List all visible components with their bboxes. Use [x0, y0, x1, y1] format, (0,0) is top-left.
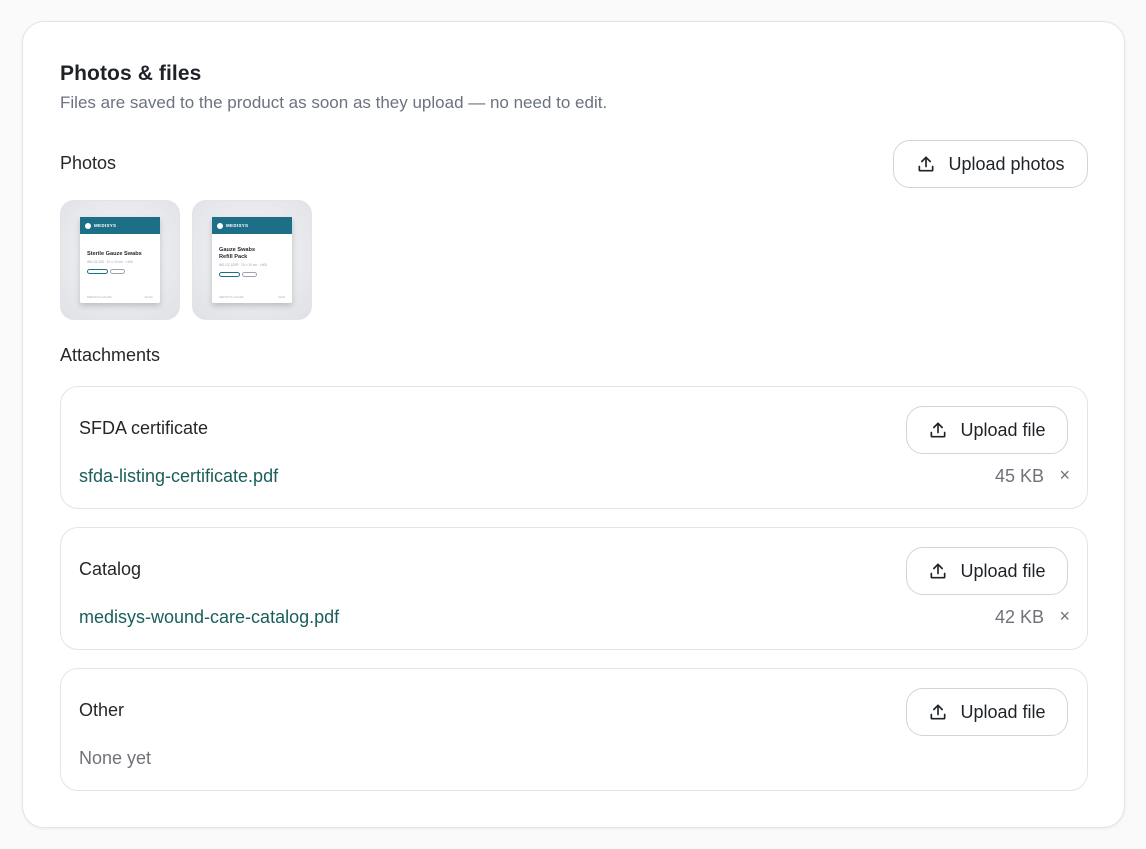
- card-subtitle: Files are saved to the product as soon a…: [60, 93, 608, 112]
- attachment-other: Other Upload file None yet: [60, 668, 1088, 791]
- attachment-file-size: 42 KB: [994, 607, 1044, 627]
- product-box-image: MEDISYS Gauze Swabs Refill Pack WS-GZ-10…: [212, 217, 292, 303]
- upload-photos-button[interactable]: Upload photos: [893, 140, 1088, 188]
- upload-file-button[interactable]: Upload file: [906, 688, 1068, 736]
- product-box-image: MEDISYS Sterile Gauze Swabs WS-GZ-100 · …: [80, 217, 160, 303]
- box-footer: MEDISYS GAUZE Sterile: [87, 295, 153, 299]
- upload-icon: [930, 704, 946, 720]
- box-header: MEDISYS: [80, 217, 160, 234]
- upload-file-label: Upload file: [960, 701, 1046, 722]
- box-footer-right: Refill: [278, 295, 285, 299]
- attachment-file-size: 45 KB: [994, 466, 1044, 486]
- box-brand: MEDISYS: [226, 223, 249, 228]
- box-tags: [87, 269, 125, 274]
- attachment-catalog: Catalog Upload file medisys-wound-care-c…: [60, 527, 1088, 650]
- box-product-spec: WS-GZ-100 · 10 × 10 cm · ×100: [87, 260, 133, 264]
- attachment-title: Catalog: [79, 559, 142, 579]
- box-footer-right: Sterile: [144, 295, 153, 299]
- brand-logo-icon: [85, 222, 91, 229]
- attachment-empty-text: None yet: [79, 748, 152, 768]
- photo-thumbnail[interactable]: MEDISYS Sterile Gauze Swabs WS-GZ-100 · …: [60, 200, 180, 320]
- upload-icon: [930, 563, 946, 579]
- box-header: MEDISYS: [212, 217, 292, 234]
- attachments-label: Attachments: [60, 345, 161, 365]
- box-tag: [219, 272, 240, 277]
- box-brand: MEDISYS: [94, 223, 117, 228]
- attachment-file-link[interactable]: sfda-listing-certificate.pdf: [79, 466, 278, 487]
- box-product-spec: WS-GZ-100R · 10 × 10 cm · ×400: [219, 263, 268, 267]
- upload-file-label: Upload file: [960, 419, 1046, 440]
- box-tag: [242, 272, 257, 277]
- photos-files-card: Photos & files Files are saved to the pr…: [22, 21, 1125, 828]
- box-footer-left: MEDISYS GAUZE: [219, 295, 244, 299]
- attachment-file-link[interactable]: medisys-wound-care-catalog.pdf: [79, 607, 339, 628]
- upload-photos-label: Upload photos: [948, 153, 1065, 174]
- card-title: Photos & files: [60, 62, 202, 85]
- box-tag: [87, 269, 108, 274]
- photo-thumbnails: MEDISYS Sterile Gauze Swabs WS-GZ-100 · …: [60, 200, 312, 320]
- box-product-name: Sterile Gauze Swabs: [87, 251, 142, 257]
- attachment-title: Other: [79, 700, 125, 720]
- remove-file-button[interactable]: ×: [1059, 606, 1070, 627]
- brand-logo-icon: [217, 222, 223, 229]
- upload-icon: [918, 156, 934, 172]
- upload-file-label: Upload file: [960, 560, 1046, 581]
- photo-thumbnail[interactable]: MEDISYS Gauze Swabs Refill Pack WS-GZ-10…: [192, 200, 312, 320]
- attachment-sfda-certificate: SFDA certificate Upload file sfda-listin…: [60, 386, 1088, 509]
- box-tag: [110, 269, 125, 274]
- box-tags: [219, 272, 257, 277]
- attachment-title: SFDA certificate: [79, 418, 209, 438]
- box-footer-left: MEDISYS GAUZE: [87, 295, 112, 299]
- remove-file-button[interactable]: ×: [1059, 465, 1070, 486]
- upload-file-button[interactable]: Upload file: [906, 406, 1068, 454]
- photos-label: Photos: [60, 153, 117, 173]
- upload-icon: [930, 422, 946, 438]
- upload-file-button[interactable]: Upload file: [906, 547, 1068, 595]
- box-product-name: Gauze Swabs Refill Pack: [219, 247, 256, 260]
- box-footer: MEDISYS GAUZE Refill: [219, 295, 285, 299]
